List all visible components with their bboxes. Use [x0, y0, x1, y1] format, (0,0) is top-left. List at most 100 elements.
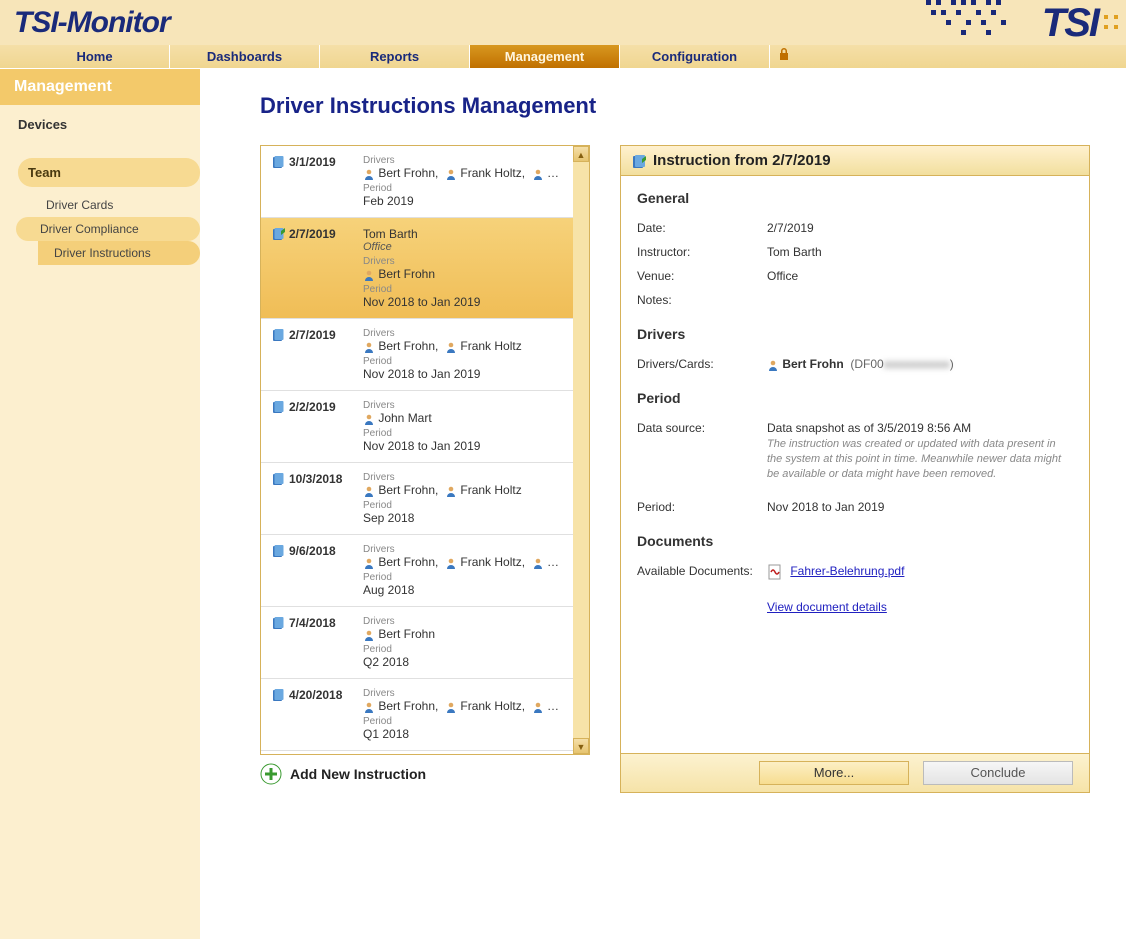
- nav-home[interactable]: Home: [20, 45, 170, 68]
- value-period: Nov 2018 to Jan 2019: [767, 500, 1073, 514]
- scroll-down-icon[interactable]: ▼: [573, 738, 589, 754]
- sidebar-item-driver-instructions[interactable]: Driver Instructions: [38, 241, 200, 265]
- list-period-label: Period: [363, 356, 563, 367]
- value-date: 2/7/2019: [767, 221, 1073, 235]
- list-item-date: 4/20/2018: [271, 688, 349, 702]
- value-notes: [767, 293, 1073, 307]
- detail-title: Instruction from 2/7/2019: [653, 152, 831, 169]
- list-period-label: Period: [363, 284, 563, 295]
- more-button[interactable]: More...: [759, 761, 909, 785]
- person-icon: [445, 341, 457, 353]
- label-data-source: Data source:: [637, 421, 767, 482]
- person-icon: [445, 557, 457, 569]
- person-icon: [532, 557, 544, 569]
- section-documents: Documents: [637, 533, 1073, 549]
- section-period: Period: [637, 390, 1073, 406]
- person-icon: [363, 557, 375, 569]
- list-item[interactable]: 2/7/2019Tom BarthOfficeDrivers Bert Froh…: [261, 218, 573, 319]
- sidebar-item-devices[interactable]: Devices: [0, 105, 200, 140]
- nav-configuration[interactable]: Configuration: [620, 45, 770, 68]
- list-item-venue: Office: [363, 241, 563, 253]
- sidebar-item-driver-compliance[interactable]: Driver Compliance: [16, 217, 200, 241]
- scrollbar[interactable]: ▲ ▼: [573, 146, 589, 754]
- list-period-label: Period: [363, 716, 563, 727]
- conclude-button[interactable]: Conclude: [923, 761, 1073, 785]
- list-drivers-label: Drivers: [363, 472, 563, 483]
- person-icon: [532, 701, 544, 713]
- label-drivers-cards: Drivers/Cards:: [637, 357, 767, 371]
- logo-dots-icon: [926, 0, 1036, 47]
- person-icon: [363, 701, 375, 713]
- pdf-icon: [767, 564, 783, 580]
- list-drivers-label: Drivers: [363, 400, 563, 411]
- list-item[interactable]: 4/20/2018 Drivers Bert Frohn, Frank Holtz…: [261, 679, 573, 751]
- sidebar: Management Devices Team Driver Cards Dri…: [0, 69, 200, 939]
- sidebar-item-team[interactable]: Team: [18, 158, 200, 187]
- list-item[interactable]: 7/4/2018 Drivers Bert Frohn PeriodQ2 2018: [261, 607, 573, 679]
- section-general: General: [637, 190, 1073, 206]
- book-icon: [271, 472, 285, 486]
- detail-header: Instruction from 2/7/2019: [621, 146, 1089, 176]
- list-drivers-label: Drivers: [363, 688, 563, 699]
- instruction-icon: [631, 154, 645, 168]
- list-item-date: 9/6/2018: [271, 544, 349, 558]
- list-item[interactable]: 2/7/2019Drivers Bert Frohn, Frank HoltzP…: [261, 319, 573, 391]
- add-icon: [260, 763, 282, 785]
- sidebar-item-driver-cards[interactable]: Driver Cards: [30, 193, 200, 217]
- list-drivers-label: Drivers: [363, 155, 563, 166]
- list-drivers-label: Drivers: [363, 256, 563, 267]
- list-item-date: 2/7/2019: [271, 227, 349, 241]
- add-instruction-label: Add New Instruction: [290, 766, 426, 782]
- list-drivers-label: Drivers: [363, 616, 563, 627]
- logo-area: TSI: [926, 0, 1118, 47]
- person-icon: [445, 485, 457, 497]
- person-icon: [445, 701, 457, 713]
- nav-management[interactable]: Management: [470, 45, 620, 68]
- list-period-label: Period: [363, 644, 563, 655]
- book-icon: [271, 616, 285, 630]
- list-item-drivers: Bert Frohn: [363, 267, 563, 281]
- section-drivers: Drivers: [637, 326, 1073, 342]
- list-item-date: 7/4/2018: [271, 616, 349, 630]
- book-icon: [271, 328, 285, 342]
- list-item-date: 3/1/2019: [271, 155, 349, 169]
- list-item-drivers: Bert Frohn, Frank Holtz: [363, 339, 563, 353]
- value-driver: Bert Frohn (DF00xxxxxxxxxxx): [767, 357, 1073, 371]
- add-instruction-button[interactable]: Add New Instruction: [260, 755, 590, 793]
- fullscreen-icon[interactable]: [1104, 15, 1118, 32]
- document-link[interactable]: Fahrer-Belehrung.pdf: [790, 564, 904, 578]
- scroll-up-icon[interactable]: ▲: [573, 146, 589, 162]
- list-period-label: Period: [363, 572, 563, 583]
- list-item-drivers: Bert Frohn, Frank Holtz, …: [363, 699, 563, 713]
- list-item-drivers: Bert Frohn, Frank Holtz: [363, 483, 563, 497]
- person-icon: [363, 629, 375, 641]
- list-item-period: Q2 2018: [363, 655, 563, 669]
- person-icon: [363, 341, 375, 353]
- person-icon: [532, 168, 544, 180]
- list-drivers-label: Drivers: [363, 544, 563, 555]
- book-icon: [271, 227, 285, 241]
- list-item-drivers: John Mart: [363, 411, 563, 425]
- list-item[interactable]: 3/1/2019Drivers Bert Frohn, Frank Holtz,…: [261, 146, 573, 218]
- app-header: TSI-Monitor TSI: [0, 0, 1126, 45]
- list-period-label: Period: [363, 183, 563, 194]
- list-item[interactable]: 10/3/2018Drivers Bert Frohn, Frank Holtz…: [261, 463, 573, 535]
- list-item-drivers: Bert Frohn: [363, 627, 563, 641]
- view-document-details-link[interactable]: View document details: [767, 600, 887, 614]
- main-nav: Home Dashboards Reports Management Confi…: [0, 45, 1126, 69]
- list-item-drivers: Bert Frohn, Frank Holtz, …: [363, 555, 563, 569]
- list-item-period: Sep 2018: [363, 511, 563, 525]
- book-icon: [271, 155, 285, 169]
- nav-dashboards[interactable]: Dashboards: [170, 45, 320, 68]
- list-item[interactable]: 9/6/2018 Drivers Bert Frohn, Frank Holtz,…: [261, 535, 573, 607]
- person-icon: [363, 485, 375, 497]
- book-icon: [271, 400, 285, 414]
- nav-reports[interactable]: Reports: [320, 45, 470, 68]
- list-item-date: 2/7/2019: [271, 328, 349, 342]
- lock-icon[interactable]: [770, 45, 798, 68]
- instruction-list: 3/1/2019 Drivers Bert Frohn, Frank Holtz,…: [260, 145, 590, 755]
- label-date: Date:: [637, 221, 767, 235]
- label-venue: Venue:: [637, 269, 767, 283]
- page-title: Driver Instructions Management: [260, 93, 1090, 119]
- list-item[interactable]: 2/2/2019Drivers John MartPeriodNov 2018 …: [261, 391, 573, 463]
